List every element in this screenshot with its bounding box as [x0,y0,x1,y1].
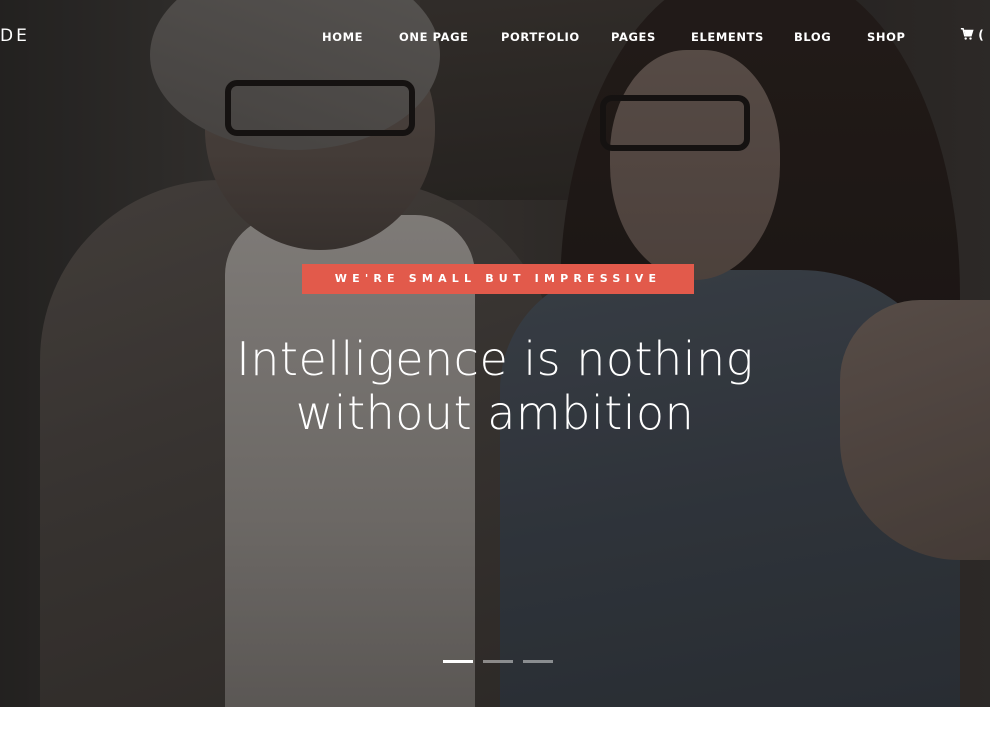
slider-dot-2[interactable] [483,660,513,663]
nav-item-pages[interactable]: PAGES [611,30,656,44]
slider-dot-1[interactable] [443,660,473,663]
hero-headline-line-2: without ambition [295,386,695,440]
hero-headline-line-1: Intelligence is nothing [236,332,754,386]
main-nav: HOME ONE PAGE PORTFOLIO PAGES ELEMENTS B… [0,30,990,46]
cart-count: ( [978,28,984,42]
nav-item-one-page[interactable]: ONE PAGE [399,30,469,44]
page-content-start [0,707,990,742]
nav-item-home[interactable]: HOME [322,30,363,44]
cart-button[interactable]: ( [960,27,984,42]
nav-item-shop[interactable]: SHOP [867,30,906,44]
nav-item-elements[interactable]: ELEMENTS [691,30,764,44]
nav-item-blog[interactable]: BLOG [794,30,831,44]
slider-dot-3[interactable] [523,660,553,663]
hero-headline: Intelligence is nothing without ambition [195,332,795,440]
nav-item-portfolio[interactable]: PORTFOLIO [501,30,580,44]
shopping-cart-icon [960,27,974,40]
hero-slider: DE HOME ONE PAGE PORTFOLIO PAGES ELEMENT… [0,0,990,707]
hero-tagline-badge: WE'RE SMALL BUT IMPRESSIVE [302,264,694,294]
